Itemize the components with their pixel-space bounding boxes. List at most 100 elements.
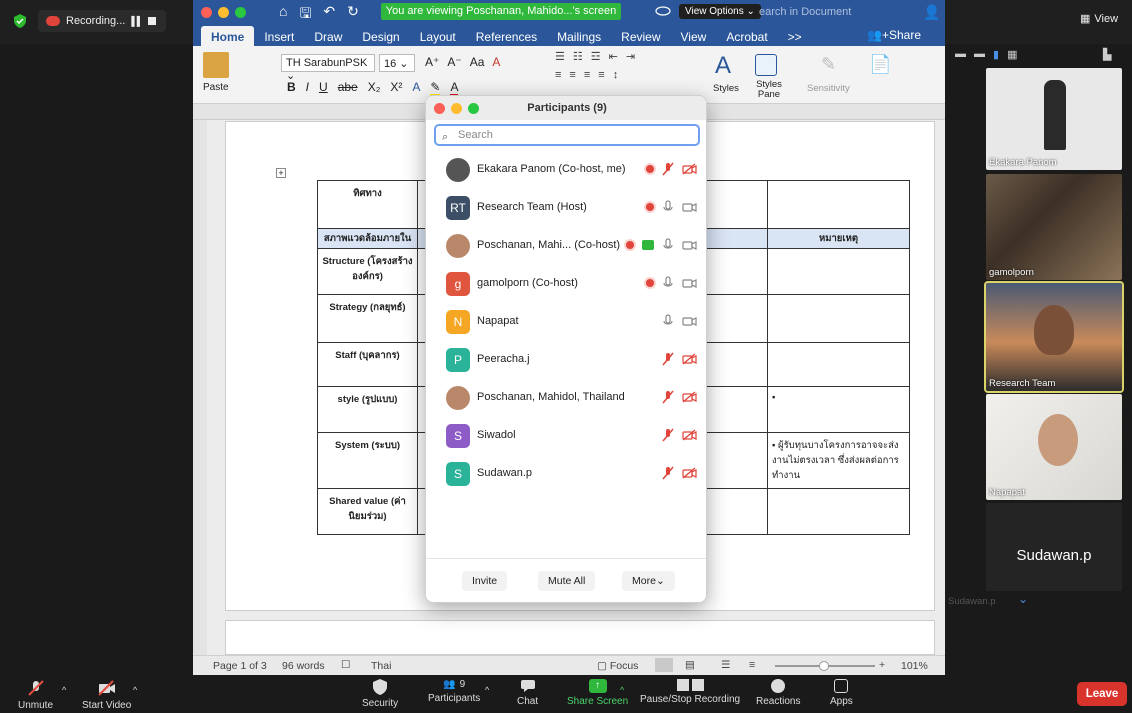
video-off-icon[interactable] [682, 391, 698, 403]
superscript-button[interactable]: X² [390, 80, 402, 97]
zoom-level[interactable]: 101% [901, 660, 928, 672]
speaker-view-icon[interactable]: ▮ [993, 48, 999, 61]
italic-button[interactable]: I [306, 80, 309, 97]
view-button[interactable]: ▦ View [1080, 12, 1118, 26]
language[interactable]: Thai [371, 660, 391, 672]
chat-button[interactable]: Chat [517, 679, 538, 707]
participant-row[interactable]: S Siwadol [426, 417, 706, 455]
numbering-icon[interactable]: ☷ [573, 50, 583, 63]
gallery-view-icon[interactable]: ▦ [1007, 48, 1017, 61]
participant-row[interactable]: Ekakara Panom (Co-host, me) [426, 151, 706, 189]
tab-more[interactable]: >> [778, 26, 812, 46]
focus-button[interactable]: ▢ Focus [597, 660, 638, 672]
styles-icon[interactable]: A [715, 52, 741, 79]
mic-icon[interactable] [662, 200, 674, 214]
justify-icon[interactable]: ≡ [598, 69, 604, 81]
zoom-slider[interactable] [775, 661, 875, 671]
video-off-icon[interactable] [682, 429, 698, 441]
outline-icon[interactable]: ☰ [721, 659, 730, 671]
participant-row[interactable]: S Sudawan.p [426, 455, 706, 493]
more-button[interactable]: More⌄ [622, 571, 675, 591]
participants-chevron[interactable]: ^ [485, 685, 489, 695]
paste-icon[interactable] [203, 52, 229, 78]
styles-pane-icon[interactable] [755, 54, 777, 76]
tab-design[interactable]: Design [352, 26, 409, 46]
mic-muted-icon[interactable] [662, 162, 674, 176]
mic-muted-icon[interactable] [662, 390, 674, 404]
proofing-icon[interactable]: ☐ [341, 659, 350, 671]
video-off-icon[interactable] [682, 467, 698, 479]
security-button[interactable]: Security [362, 679, 398, 709]
styles-pane-label[interactable]: Styles Pane [749, 80, 789, 100]
participant-row[interactable]: RT Research Team (Host) [426, 189, 706, 227]
recording-indicator[interactable]: Recording... ▌▌ [38, 10, 166, 32]
text-effects-icon[interactable]: A [412, 80, 420, 97]
pause-icon[interactable]: ▌▌ [131, 16, 143, 26]
web-layout-icon[interactable]: ▤ [685, 659, 695, 671]
minimize-icon[interactable]: ▬ [955, 48, 966, 61]
tab-review[interactable]: Review [611, 26, 670, 46]
video-icon[interactable] [682, 277, 698, 289]
tab-view[interactable]: View [671, 26, 717, 46]
indent-icon[interactable]: ⇤ [609, 50, 618, 63]
tab-home[interactable]: Home [201, 26, 255, 46]
video-icon[interactable] [682, 239, 698, 251]
align-center-icon[interactable]: ≡ [569, 69, 575, 81]
tab-layout[interactable]: Layout [410, 26, 466, 46]
mic-muted-icon[interactable] [662, 428, 674, 442]
outdent-icon[interactable]: ⇥ [626, 50, 635, 63]
participant-search-input[interactable]: ⌕ Search [434, 124, 700, 146]
video-tile[interactable]: Sudawan.p [986, 503, 1122, 591]
tab-draw[interactable]: Draw [304, 26, 352, 46]
participant-row[interactable]: P Peeracha.j [426, 341, 706, 379]
tab-insert[interactable]: Insert [254, 26, 304, 46]
mic-muted-icon[interactable] [662, 466, 674, 480]
multilevel-icon[interactable]: ☲ [591, 50, 601, 63]
paste-label[interactable]: Paste [203, 82, 229, 93]
zoom-in-icon[interactable]: + [879, 659, 885, 671]
print-layout-icon[interactable] [655, 658, 673, 672]
underline-button[interactable]: U [319, 80, 328, 97]
participants-button[interactable]: 👥 9 Participants [428, 679, 480, 704]
bullets-icon[interactable]: ☰ [555, 50, 565, 63]
font-size-select[interactable]: 16 ⌄ [379, 54, 415, 72]
video-icon[interactable] [682, 201, 698, 213]
leave-button[interactable]: Leave [1077, 682, 1127, 706]
participant-row[interactable]: g gamolporn (Co-host) [426, 265, 706, 303]
minimize-button[interactable] [218, 7, 229, 18]
clear-format-icon[interactable]: A [492, 55, 500, 69]
video-tile[interactable]: gamolporn [986, 174, 1122, 280]
table-move-handle[interactable]: + [276, 168, 286, 178]
scroll-down-icon[interactable]: ⌄ [1018, 592, 1028, 606]
person-icon[interactable]: 👤 [923, 4, 940, 21]
zoom-slider-thumb[interactable] [819, 661, 829, 671]
mic-muted-icon[interactable] [662, 352, 674, 366]
share-button[interactable]: 👥+Share [867, 28, 921, 42]
reactions-button[interactable]: Reactions [756, 679, 800, 707]
styles-label[interactable]: Styles [713, 83, 739, 94]
bold-button[interactable]: B [287, 80, 296, 97]
close-button[interactable] [434, 103, 445, 114]
shield-icon[interactable] [14, 14, 26, 28]
tab-mailings[interactable]: Mailings [547, 26, 611, 46]
video-tile-active-speaker[interactable]: Research Team [984, 281, 1124, 393]
stop-icon[interactable] [148, 17, 157, 25]
mute-all-button[interactable]: Mute All [538, 571, 596, 591]
page-count[interactable]: Page 1 of 3 [213, 660, 267, 672]
align-left-icon[interactable]: ≡ [555, 69, 561, 81]
align-right-icon[interactable]: ≡ [584, 69, 590, 81]
video-options-chevron[interactable]: ^ [133, 685, 137, 695]
search-document-input[interactable]: earch in Document [759, 6, 851, 18]
audio-options-chevron[interactable]: ^ [62, 685, 66, 695]
apps-button[interactable]: Apps [830, 679, 853, 707]
video-icon[interactable] [682, 315, 698, 327]
word-count[interactable]: 96 words [282, 660, 325, 672]
subscript-button[interactable]: X₂ [368, 80, 381, 97]
shrink-font-icon[interactable]: A⁻ [447, 55, 461, 69]
tab-acrobat[interactable]: Acrobat [716, 26, 777, 46]
maximize-button[interactable] [235, 7, 246, 18]
maximize-button[interactable] [468, 103, 479, 114]
video-tile[interactable]: Ekakara Panom [986, 68, 1122, 170]
mic-icon[interactable] [662, 238, 674, 252]
video-off-icon[interactable] [682, 163, 698, 175]
